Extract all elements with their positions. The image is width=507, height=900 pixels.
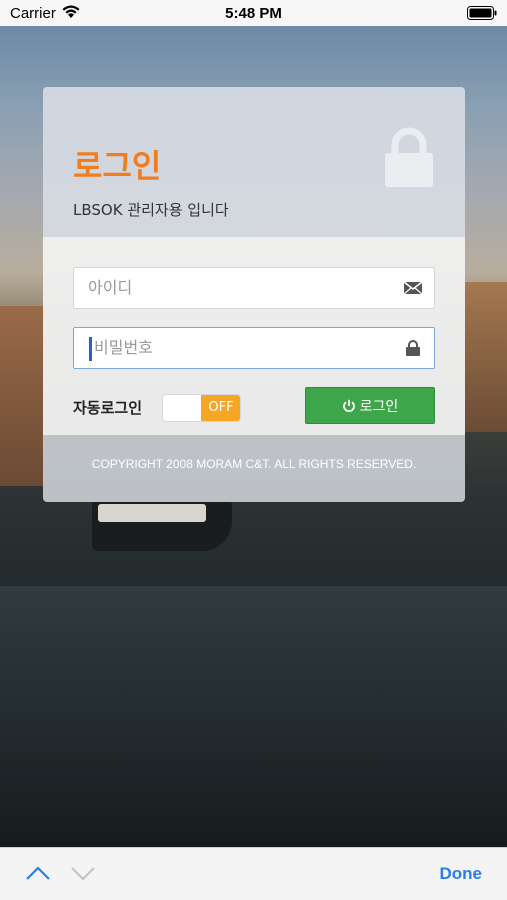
battery-icon [467, 6, 497, 20]
auto-login-label: 자동로그인 [73, 399, 143, 417]
lock-icon [385, 127, 433, 187]
auto-login-toggle[interactable]: OFF [162, 394, 241, 422]
water [0, 586, 507, 846]
login-card-footer: COPYRIGHT 2008 MORAM C&T. ALL RIGHTS RES… [43, 435, 465, 502]
login-button-label: 로그인 [359, 398, 399, 415]
building-right [463, 282, 507, 432]
id-field[interactable]: 아이디 [73, 267, 435, 309]
password-placeholder: 비밀번호 [94, 338, 153, 357]
lock-small-icon [406, 340, 420, 356]
login-form: 아이디 비밀번호 자동로그인 OFF 로그인 [43, 237, 465, 435]
login-subtitle: LBSOK 관리자용 입니다 [73, 201, 229, 219]
status-bar: Carrier 5:48 PM [0, 0, 507, 26]
login-button[interactable]: 로그인 [305, 387, 435, 424]
done-button[interactable]: Done [440, 864, 483, 884]
password-field[interactable]: 비밀번호 [73, 327, 435, 369]
text-cursor [89, 337, 92, 361]
chevron-up-icon[interactable] [25, 864, 51, 882]
login-card-header: 로그인 LBSOK 관리자용 입니다 [43, 87, 465, 237]
toggle-state: OFF [201, 395, 240, 421]
chevron-down-icon[interactable] [70, 864, 96, 882]
building-left [0, 306, 45, 486]
copyright-text: COPYRIGHT 2008 MORAM C&T. ALL RIGHTS RES… [91, 457, 417, 471]
login-card: 로그인 LBSOK 관리자용 입니다 아이디 비밀번호 자동로그인 OFF 로그… [43, 87, 465, 502]
mail-icon [404, 281, 422, 295]
boat-cabin [98, 504, 206, 522]
clock-time: 5:48 PM [225, 5, 282, 22]
keyboard-accessory-bar: Done [0, 847, 507, 900]
power-icon [342, 399, 355, 412]
toggle-knob [163, 395, 201, 421]
login-title: 로그인 [73, 147, 162, 185]
id-placeholder: 아이디 [88, 278, 133, 297]
